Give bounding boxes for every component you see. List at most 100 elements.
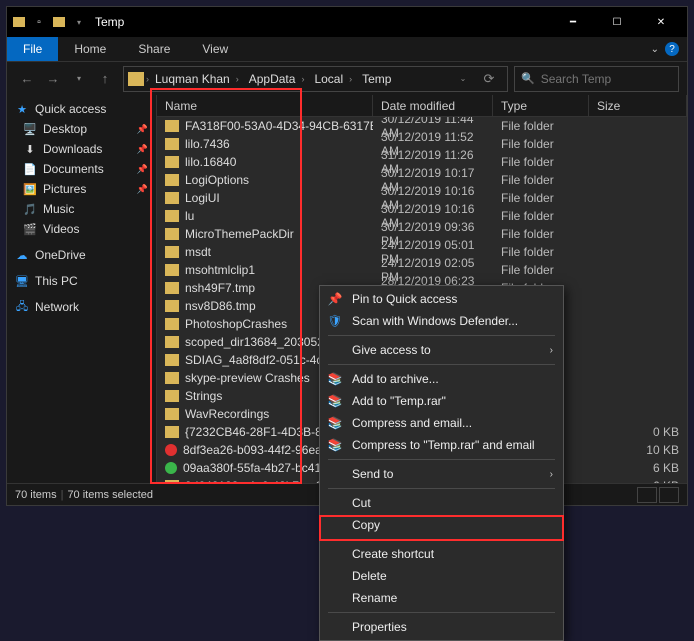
- chevron-right-icon: ›: [550, 345, 553, 356]
- folder-icon: [11, 14, 27, 30]
- thumbnails-view-button[interactable]: [659, 487, 679, 503]
- search-icon: 🔍: [521, 72, 535, 85]
- rar-icon: 📚: [326, 393, 344, 409]
- chevron-right-icon[interactable]: ›: [146, 74, 149, 84]
- folder-icon: [165, 354, 179, 366]
- ctx-delete[interactable]: Delete: [320, 565, 563, 587]
- details-view-button[interactable]: [637, 487, 657, 503]
- sidebar-item[interactable]: 🖼️Pictures📌: [7, 179, 156, 199]
- folder-icon: [165, 264, 179, 276]
- window-title: Temp: [95, 15, 124, 29]
- pin-icon: 📌: [326, 291, 344, 307]
- rar-icon: 📚: [326, 415, 344, 431]
- ctx-defender[interactable]: 🛡Scan with Windows Defender...: [320, 310, 563, 332]
- ctx-compress-email[interactable]: 📚Compress and email...: [320, 412, 563, 434]
- ctx-rename[interactable]: Rename: [320, 587, 563, 609]
- ribbon: File Home Share View ⌄ ?: [7, 37, 687, 61]
- help-icon[interactable]: ?: [665, 42, 679, 56]
- ctx-pin[interactable]: 📌Pin to Quick access: [320, 288, 563, 310]
- status-item-count: 70 items: [15, 489, 57, 501]
- refresh-button[interactable]: ⟳: [477, 67, 501, 91]
- ctx-properties[interactable]: Properties: [320, 616, 563, 638]
- cloud-icon: ☁: [15, 248, 29, 262]
- folder-icon: [165, 192, 179, 204]
- up-button[interactable]: ↑: [93, 67, 117, 91]
- pin-icon: 📌: [137, 144, 148, 155]
- folder-icon: [165, 282, 179, 294]
- titlebar: ▫ ▾ Temp ━ ☐ ✕: [7, 7, 687, 37]
- properties-icon[interactable]: ▫: [31, 14, 47, 30]
- close-button[interactable]: ✕: [639, 7, 683, 37]
- ctx-compress-rar-email[interactable]: 📚Compress to "Temp.rar" and email: [320, 434, 563, 456]
- pin-icon: 📌: [137, 124, 148, 135]
- shield-icon: 🛡: [326, 313, 344, 329]
- sidebar-item[interactable]: 📄Documents📌: [7, 159, 156, 179]
- item-icon: 📄: [23, 162, 37, 176]
- item-icon: 🎬: [23, 222, 37, 236]
- ctx-send-to[interactable]: Send to›: [320, 463, 563, 485]
- folder-icon: [165, 390, 179, 402]
- breadcrumb[interactable]: Temp: [358, 72, 395, 86]
- item-icon: ⬇: [23, 142, 37, 156]
- item-icon: 🖼️: [23, 182, 37, 196]
- forward-button[interactable]: →: [41, 67, 65, 91]
- sidebar-item[interactable]: 🖥️Desktop📌: [7, 119, 156, 139]
- sidebar-this-pc[interactable]: 🖥This PC: [7, 271, 156, 291]
- addressbar[interactable]: › Luqman Khan › AppData › Local › Temp ⌄…: [123, 66, 508, 92]
- navbar: ← → ▾ ↑ › Luqman Khan › AppData › Local …: [7, 61, 687, 95]
- address-dropdown[interactable]: ⌄: [451, 67, 475, 91]
- ribbon-tab-share[interactable]: Share: [122, 37, 186, 61]
- ribbon-tab-file[interactable]: File: [7, 37, 58, 61]
- status-selected-count: 70 items selected: [67, 489, 153, 501]
- folder-icon: [165, 246, 179, 258]
- folder-icon: [165, 336, 179, 348]
- folder-icon: [165, 372, 179, 384]
- ribbon-tab-view[interactable]: View: [186, 37, 244, 61]
- col-size[interactable]: Size: [589, 95, 687, 116]
- ctx-add-archive[interactable]: 📚Add to archive...: [320, 368, 563, 390]
- sidebar: ★Quick access 🖥️Desktop📌⬇Downloads📌📄Docu…: [7, 95, 157, 483]
- sidebar-item[interactable]: ⬇Downloads📌: [7, 139, 156, 159]
- search-input[interactable]: [541, 72, 694, 86]
- folder-icon: [165, 480, 179, 483]
- folder-icon: [165, 426, 179, 438]
- item-icon: 🎵: [23, 202, 37, 216]
- qat-dropdown[interactable]: ▾: [71, 14, 87, 30]
- context-menu: 📌Pin to Quick access 🛡Scan with Windows …: [319, 285, 564, 641]
- folder-icon: [165, 120, 179, 132]
- ribbon-expand-icon[interactable]: ⌄: [651, 44, 659, 55]
- breadcrumb[interactable]: AppData ›: [245, 72, 309, 86]
- breadcrumb[interactable]: Luqman Khan ›: [151, 72, 243, 86]
- network-icon: 🖧: [15, 300, 29, 314]
- sidebar-quick-access[interactable]: ★Quick access: [7, 99, 156, 119]
- minimize-button[interactable]: ━: [551, 7, 595, 37]
- rar-icon: 📚: [326, 371, 344, 387]
- recent-dropdown[interactable]: ▾: [67, 67, 91, 91]
- ctx-add-rar[interactable]: 📚Add to "Temp.rar": [320, 390, 563, 412]
- ctx-create-shortcut[interactable]: Create shortcut: [320, 543, 563, 565]
- sidebar-item[interactable]: 🎵Music: [7, 199, 156, 219]
- sidebar-network[interactable]: 🖧Network: [7, 297, 156, 317]
- folder-icon: [165, 156, 179, 168]
- col-type[interactable]: Type: [493, 95, 589, 116]
- col-name[interactable]: Name: [157, 95, 373, 116]
- folder-icon: [165, 318, 179, 330]
- folder-icon: [165, 210, 179, 222]
- star-icon: ★: [15, 102, 29, 116]
- folder-icon: [165, 174, 179, 186]
- ctx-cut[interactable]: Cut: [320, 492, 563, 514]
- ctx-copy[interactable]: Copy: [320, 514, 563, 536]
- col-date[interactable]: Date modified: [373, 95, 493, 116]
- back-button[interactable]: ←: [15, 67, 39, 91]
- sidebar-item[interactable]: 🎬Videos: [7, 219, 156, 239]
- folder-icon: [51, 14, 67, 30]
- breadcrumb[interactable]: Local ›: [310, 72, 356, 86]
- ribbon-tab-home[interactable]: Home: [58, 37, 122, 61]
- maximize-button[interactable]: ☐: [595, 7, 639, 37]
- search-box[interactable]: 🔍: [514, 66, 679, 92]
- pc-icon: 🖥: [15, 274, 29, 288]
- sidebar-onedrive[interactable]: ☁OneDrive: [7, 245, 156, 265]
- ctx-give-access[interactable]: Give access to›: [320, 339, 563, 361]
- pin-icon: 📌: [137, 184, 148, 195]
- folder-icon: [128, 72, 144, 86]
